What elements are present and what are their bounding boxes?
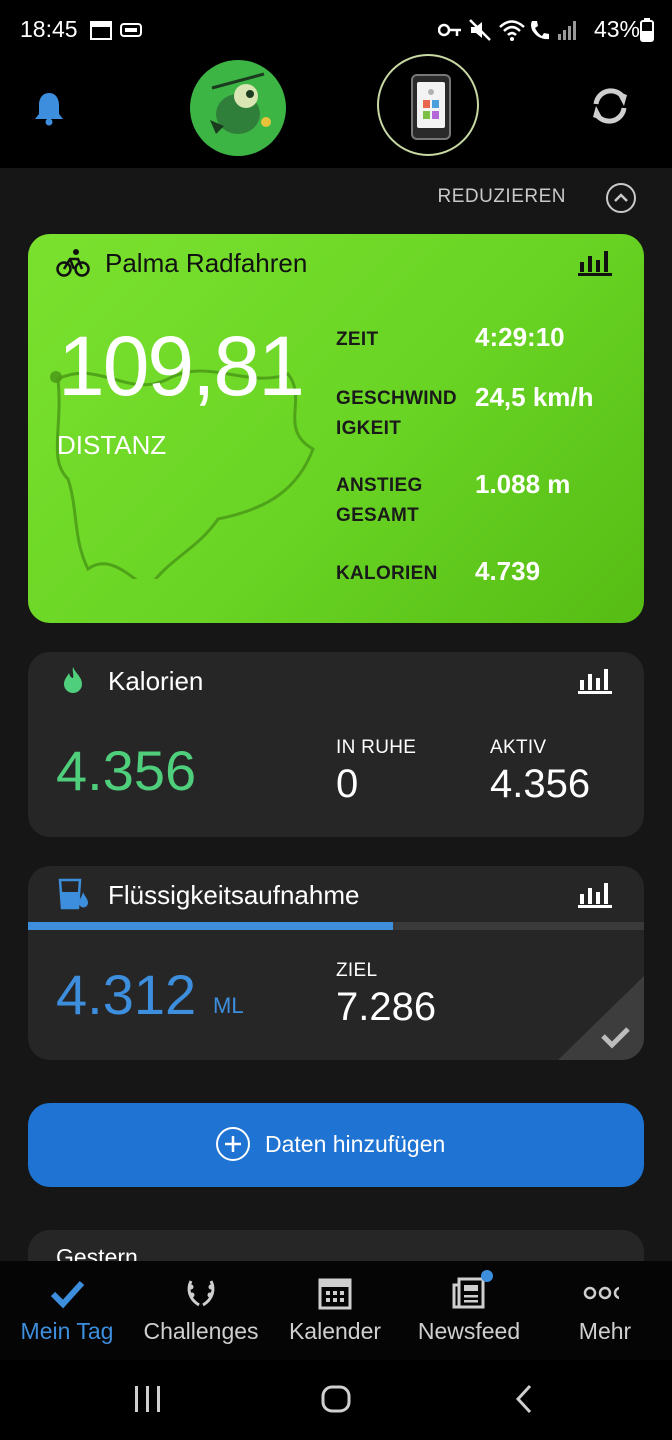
tab-challenges[interactable]: Challenges bbox=[134, 1261, 268, 1360]
mascot-avatar-image bbox=[210, 72, 271, 134]
battery-icon bbox=[640, 18, 654, 42]
stat-time-value: 4:29:10 bbox=[475, 322, 565, 352]
more-icon bbox=[583, 1286, 619, 1300]
hydration-title: Flüssigkeitsaufnahme bbox=[108, 880, 360, 910]
back-icon[interactable] bbox=[512, 1384, 538, 1414]
stat-time: ZEIT bbox=[336, 325, 378, 355]
mute-icon bbox=[469, 19, 491, 41]
stat-ascent-value: 1.088 m bbox=[475, 469, 571, 499]
plus-circle-icon bbox=[216, 1127, 250, 1161]
system-navigation bbox=[0, 1360, 672, 1440]
active-label: AKTIV bbox=[490, 737, 547, 758]
bell-icon[interactable] bbox=[33, 90, 65, 126]
chart-icon[interactable] bbox=[578, 666, 612, 694]
hydration-card[interactable]: Flüssigkeitsaufnahme 4.312 ML ZIEL 7.286 bbox=[28, 866, 644, 1060]
goal-label: ZIEL bbox=[336, 960, 378, 981]
cycling-icon bbox=[56, 249, 90, 277]
distance-value: 109,81 bbox=[58, 319, 305, 413]
distance-label: DISTANZ bbox=[57, 430, 167, 460]
chart-icon[interactable] bbox=[578, 248, 612, 276]
tab-mein-tag[interactable]: Mein Tag bbox=[0, 1261, 134, 1360]
tab-newsfeed[interactable]: Newsfeed bbox=[402, 1261, 536, 1360]
avatar[interactable] bbox=[190, 60, 286, 156]
tab-mehr[interactable]: Mehr bbox=[538, 1261, 672, 1360]
activity-title: Palma Radfahren bbox=[105, 248, 308, 278]
device-button[interactable] bbox=[377, 54, 479, 156]
rest-label: IN RUHE bbox=[336, 737, 417, 758]
calories-title: Kalorien bbox=[108, 666, 204, 696]
reduce-label[interactable]: REDUZIEREN bbox=[437, 186, 566, 208]
home-icon[interactable] bbox=[320, 1384, 352, 1414]
wifi-icon bbox=[499, 20, 525, 41]
stat-speed-value: 24,5 km/h bbox=[475, 382, 594, 412]
key-icon bbox=[438, 23, 461, 37]
calories-card[interactable]: Kalorien 4.356 IN RUHE 0 AKTIV 4.356 bbox=[28, 652, 644, 837]
status-bar: 18:45 43% bbox=[0, 0, 672, 62]
add-data-label: Daten hinzufügen bbox=[265, 1131, 446, 1157]
sync-icon[interactable] bbox=[586, 82, 634, 130]
call-icon bbox=[531, 21, 549, 40]
notification-dot bbox=[481, 1270, 493, 1282]
activity-card[interactable]: Palma Radfahren 109,81 DISTANZ ZEIT 4:29… bbox=[28, 234, 644, 623]
tab-kalender[interactable]: Kalender bbox=[268, 1261, 402, 1360]
goal-complete-corner bbox=[558, 976, 644, 1060]
active-value: 4.356 bbox=[490, 762, 591, 806]
goal-value: 7.286 bbox=[336, 985, 437, 1029]
water-glass-icon bbox=[58, 878, 88, 910]
calories-total: 4.356 bbox=[56, 739, 197, 802]
flame-icon bbox=[64, 667, 82, 693]
stat-calories: KALORIEN bbox=[336, 563, 438, 584]
collapse-button[interactable] bbox=[606, 183, 636, 213]
calendar-icon bbox=[318, 1278, 352, 1310]
chart-icon[interactable] bbox=[578, 880, 612, 908]
hydration-progress-fill bbox=[28, 922, 393, 930]
stat-speed: GESCHWIND IGKEIT bbox=[336, 388, 457, 439]
device-image bbox=[411, 74, 451, 140]
card-icon bbox=[120, 23, 142, 37]
stat-ascent: ANSTIEG GESAMT bbox=[336, 475, 423, 526]
status-time: 18:45 bbox=[20, 16, 78, 42]
add-data-button[interactable]: Daten hinzufügen bbox=[28, 1103, 644, 1187]
calendar-icon bbox=[90, 21, 112, 40]
rest-value: 0 bbox=[336, 762, 359, 806]
recents-icon[interactable] bbox=[132, 1384, 164, 1414]
bottom-navigation: Mein Tag Challenges Kalender Newsfeed Me… bbox=[0, 1261, 672, 1360]
hydration-amount: 4.312 bbox=[56, 963, 197, 1026]
laurel-icon bbox=[187, 1280, 215, 1307]
battery-percent: 43% bbox=[593, 16, 640, 42]
chevron-up-icon bbox=[614, 193, 628, 202]
signal-icon bbox=[558, 21, 576, 40]
stat-label: ZEIT bbox=[336, 329, 379, 350]
hydration-unit: ML bbox=[213, 993, 244, 1018]
stat-calories-value: 4.739 bbox=[475, 556, 541, 586]
hydration-progress-track bbox=[28, 922, 644, 930]
checkmark-icon bbox=[50, 1280, 85, 1309]
app-header bbox=[0, 54, 672, 168]
